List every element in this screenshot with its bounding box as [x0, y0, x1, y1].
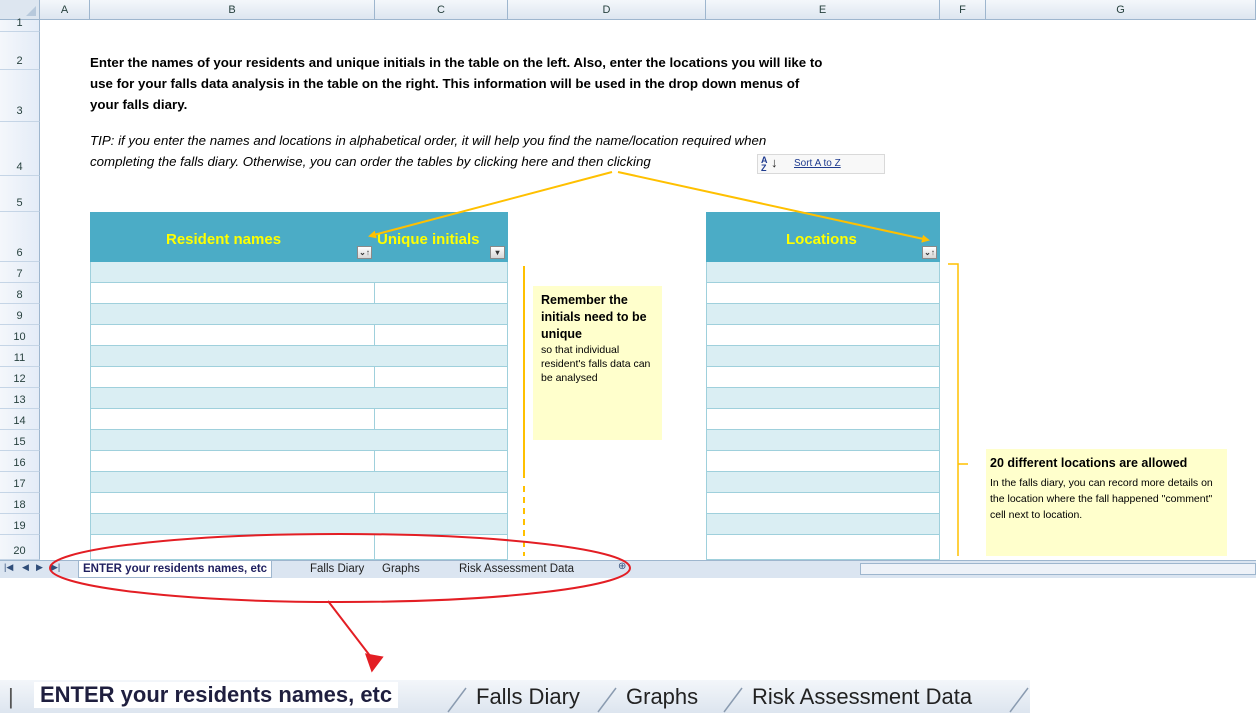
- zoom-tab-separators: [447, 687, 1029, 713]
- callout-arrow: [327, 600, 375, 662]
- zoomed-tab-strip: | ENTER your residents names, etc Falls …: [0, 680, 1030, 713]
- highlight-overlay: [49, 533, 631, 673]
- highlight-circle: [49, 533, 631, 603]
